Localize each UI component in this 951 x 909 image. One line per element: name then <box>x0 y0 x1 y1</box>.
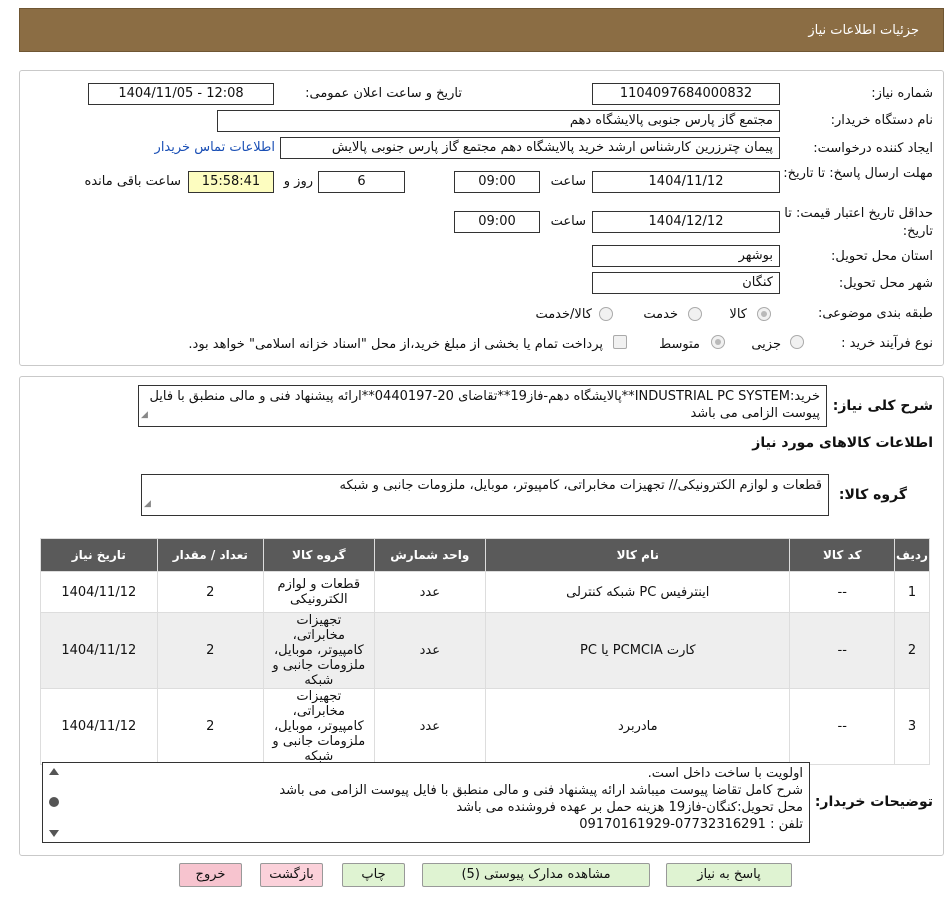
row-index: 2 <box>893 612 931 689</box>
row-qty: 2 <box>156 688 265 765</box>
col-header: گروه کالا <box>263 538 375 572</box>
announce-label: تاریخ و ساعت اعلان عمومی: <box>305 86 462 101</box>
page-title: جزئیات اطلاعات نیاز <box>808 23 919 38</box>
goods-group-text: قطعات و لوازم الکترونیکی// تجهیزات مخابر… <box>339 478 822 493</box>
province-label: استان محل تحویل: <box>831 249 933 264</box>
col-header: ردیف <box>893 538 931 572</box>
row-index: 1 <box>893 571 931 613</box>
back-button[interactable]: بازگشت <box>260 863 323 887</box>
buyer-contact-link[interactable]: اطلاعات تماس خریدار <box>155 140 275 155</box>
row-date: 1404/11/12 <box>40 571 158 613</box>
exit-button[interactable]: خروج <box>179 863 242 887</box>
announce-field: 1404/11/05 - 12:08 <box>88 83 274 105</box>
city-field: کنگان <box>592 272 780 294</box>
col-header: نام کالا <box>485 538 791 572</box>
remaining-label: ساعت باقی مانده <box>84 174 181 189</box>
category-goods-radio[interactable] <box>757 307 771 321</box>
reply-time-label: ساعت <box>550 174 586 189</box>
row-code: -- <box>789 612 895 689</box>
table-header-row: ردیف کد کالا نام کالا واحد شمارش گروه کا… <box>40 538 931 572</box>
goods-section-title: اطلاعات کالاهای مورد نیاز <box>752 435 933 451</box>
row-name: مادربرد <box>485 688 791 765</box>
days-field: 6 <box>318 171 405 193</box>
creator-field: پیمان چترزرین کارشناس ارشد خرید پالایشگا… <box>280 137 780 159</box>
reply-deadline-label: مهلت ارسال پاسخ: تا تاریخ: <box>783 166 933 181</box>
table-row: 1 -- اینترفیس PC شبکه کنترلی عدد قطعات و… <box>40 571 931 613</box>
creator-label: ایجاد کننده درخواست: <box>813 141 933 156</box>
row-group: تجهیزات مخابراتی، کامپیوتر، موبایل، ملزو… <box>263 688 375 765</box>
buyer-org-label: نام دستگاه خریدار: <box>830 113 933 128</box>
buyer-notes-label: توضیحات خریدار: <box>814 794 933 810</box>
summary-text: خرید:INDUSTRIAL PC SYSTEM**پالایشگاه دهم… <box>149 389 820 421</box>
row-code: -- <box>789 688 895 765</box>
row-code: -- <box>789 571 895 613</box>
reply-date-field: 1404/11/12 <box>592 171 780 193</box>
process-medium-radio[interactable] <box>711 335 725 349</box>
category-service-label: خدمت <box>643 307 678 322</box>
notes-line: اولویت با ساخت داخل است. <box>647 766 803 781</box>
row-group: قطعات و لوازم الکترونیکی <box>263 571 375 613</box>
resize-handle-icon[interactable]: ◢ <box>141 407 148 424</box>
city-label: شهر محل تحویل: <box>838 276 933 291</box>
table-row: 3 -- مادربرد عدد تجهیزات مخابراتی، کامپی… <box>40 688 931 765</box>
col-header: تعداد / مقدار <box>156 538 265 572</box>
row-name: کارت PCMCIA یا PC <box>485 612 791 689</box>
buyer-org-field: مجتمع گاز پارس جنوبی پالایشگاه دهم <box>217 110 780 132</box>
scroll-thumb <box>49 797 59 807</box>
row-group: تجهیزات مخابراتی، کامپیوتر، موبایل، ملزو… <box>263 612 375 689</box>
category-goods-label: کالا <box>729 307 747 322</box>
reply-time-field: 09:00 <box>454 171 540 193</box>
category-service-radio[interactable] <box>688 307 702 321</box>
process-label: نوع فرآیند خرید : <box>841 336 933 351</box>
summary-label: شرح کلی نیاز: <box>832 398 933 414</box>
need-number-field: 1104097684000832 <box>592 83 780 105</box>
category-goods-service-radio[interactable] <box>599 307 613 321</box>
validity-time-field: 09:00 <box>454 211 540 233</box>
table-row: 2 -- کارت PCMCIA یا PC عدد تجهیزات مخابر… <box>40 612 931 689</box>
validity-date-field: 1404/12/12 <box>592 211 780 233</box>
validity-label: حداقل تاریخ اعتبار قیمت: تا تاریخ: <box>784 206 933 239</box>
reply-button[interactable]: پاسخ به نیاز <box>666 863 792 887</box>
summary-textarea[interactable]: خرید:INDUSTRIAL PC SYSTEM**پالایشگاه دهم… <box>138 385 827 427</box>
notes-scrollbar[interactable] <box>44 765 64 840</box>
notes-line: تلفن : 07732316291-09170161929 <box>579 817 803 832</box>
row-qty: 2 <box>156 612 265 689</box>
col-header: کد کالا <box>789 538 895 572</box>
category-label: طبقه بندی موضوعی: <box>817 306 933 321</box>
print-button[interactable]: چاپ <box>342 863 405 887</box>
process-minor-radio[interactable] <box>790 335 804 349</box>
validity-time-label: ساعت <box>550 214 586 229</box>
process-minor-label: جزیی <box>751 337 781 352</box>
notes-line: محل تحویل:کنگان-فاز19 هزینه حمل بر عهده … <box>456 800 803 815</box>
items-table: ردیف کد کالا نام کالا واحد شمارش گروه کا… <box>40 538 931 765</box>
goods-group-label: گروه کالا: <box>838 487 907 503</box>
resize-handle-icon[interactable]: ◢ <box>144 496 151 513</box>
need-number-label: شماره نیاز: <box>871 86 933 101</box>
remaining-time-field: 15:58:41 <box>188 171 274 193</box>
category-goods-service-label: کالا/خدمت <box>535 307 592 322</box>
notes-line: شرح کامل تقاضا پیوست میباشد ارائه پیشنها… <box>279 783 803 798</box>
treasury-payment-checkbox[interactable] <box>613 335 627 349</box>
row-date: 1404/11/12 <box>40 612 158 689</box>
row-unit: عدد <box>373 688 487 765</box>
page-header: جزئیات اطلاعات نیاز <box>19 8 944 52</box>
payment-note: پرداخت تمام یا بخشی از مبلغ خرید،از محل … <box>188 337 603 352</box>
row-name: اینترفیس PC شبکه کنترلی <box>485 571 791 613</box>
scroll-down-icon <box>49 830 59 837</box>
process-medium-label: متوسط <box>659 337 700 352</box>
row-unit: عدد <box>373 571 487 613</box>
row-index: 3 <box>893 688 931 765</box>
goods-group-textarea[interactable]: قطعات و لوازم الکترونیکی// تجهیزات مخابر… <box>141 474 829 516</box>
col-header: واحد شمارش <box>373 538 487 572</box>
row-date: 1404/11/12 <box>40 688 158 765</box>
attachments-button[interactable]: مشاهده مدارک پیوستی (5) <box>422 863 650 887</box>
scroll-up-icon <box>49 768 59 775</box>
col-header: تاریخ نیاز <box>40 538 158 572</box>
row-unit: عدد <box>373 612 487 689</box>
row-qty: 2 <box>156 571 265 613</box>
province-field: بوشهر <box>592 245 780 267</box>
days-label: روز و <box>283 174 313 189</box>
buyer-notes-textarea[interactable]: اولویت با ساخت داخل است. شرح کامل تقاضا … <box>42 762 810 843</box>
